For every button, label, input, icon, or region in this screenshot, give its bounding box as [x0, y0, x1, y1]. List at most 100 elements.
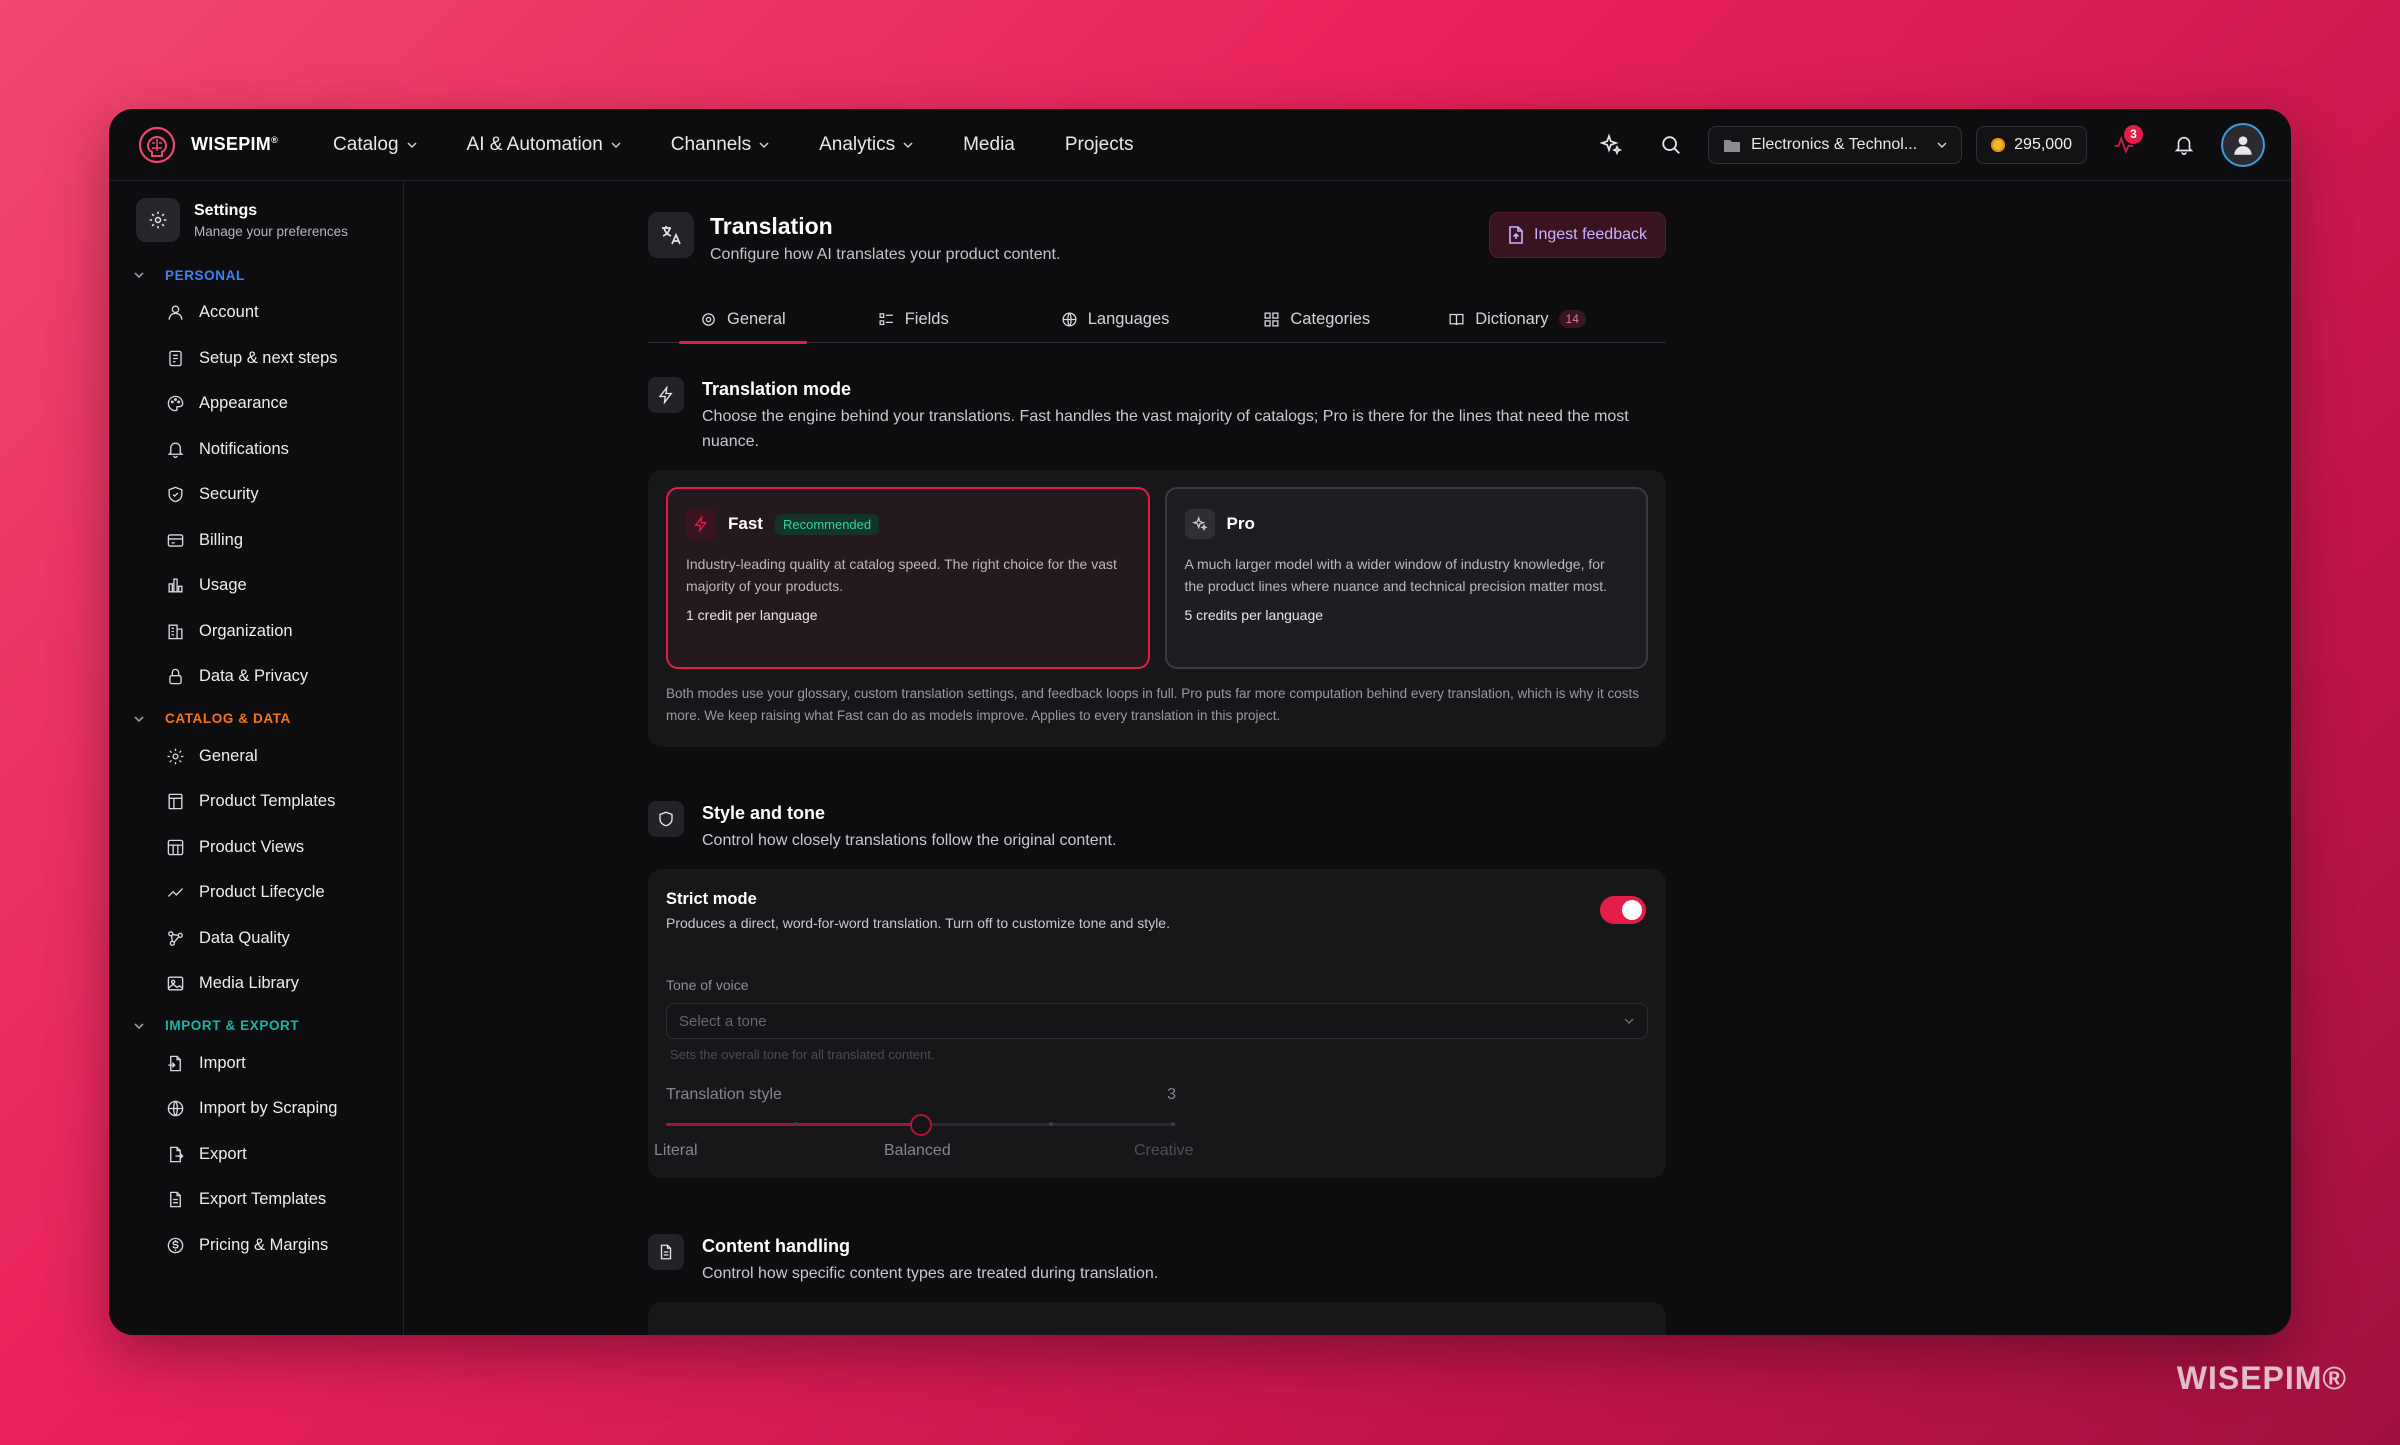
- tone-select[interactable]: Select a tone: [666, 1003, 1648, 1039]
- translation-style-slider[interactable]: [666, 1114, 1176, 1136]
- section-title: Translation mode: [702, 379, 852, 399]
- section-description: Control how closely translations follow …: [702, 832, 1117, 849]
- sidebar-item-product-views[interactable]: Product Views: [109, 825, 403, 871]
- building-icon: [168, 624, 183, 640]
- mode-card-fast[interactable]: Fast Recommended Industry-leading qualit…: [666, 487, 1150, 669]
- sidebar-item-setup[interactable]: Setup & next steps: [109, 336, 403, 382]
- slider-thumb[interactable]: [910, 1114, 932, 1136]
- sidebar-item-appearance[interactable]: Appearance: [109, 381, 403, 427]
- sidebar-item-import-scraping[interactable]: Import by Scraping: [109, 1086, 403, 1132]
- nav-projects[interactable]: Projects: [1040, 109, 1159, 181]
- project-name: Electronics & Technol...: [1751, 135, 1918, 153]
- chevron-down-icon: [903, 141, 913, 148]
- tab-label: Categories: [1290, 309, 1371, 328]
- mode-note: Both modes use your glossary, custom tra…: [666, 686, 1639, 723]
- user-avatar[interactable]: [2221, 122, 2265, 167]
- credits-value: 295,000: [2014, 135, 2072, 153]
- notifications-button[interactable]: [2161, 122, 2207, 168]
- group-label: IMPORT & EXPORT: [165, 1018, 300, 1033]
- gear-icon: [702, 312, 715, 326]
- sidebar-group-catalog-data[interactable]: CATALOG & DATA: [109, 704, 403, 734]
- main-nav: Catalog AI & Automation Channels Analyti…: [308, 109, 1158, 181]
- style-value: 3: [1167, 1086, 1176, 1103]
- gear-icon: [167, 748, 184, 765]
- sidebar-item-billing[interactable]: Billing: [109, 518, 403, 564]
- nav-catalog[interactable]: Catalog: [308, 109, 442, 181]
- sidebar-item-label: Product Views: [199, 837, 305, 856]
- mode-price: 1 credit per language: [686, 607, 818, 623]
- sidebar-item-security[interactable]: Security: [109, 472, 403, 518]
- ai-sparkle-button[interactable]: [1588, 122, 1634, 168]
- sidebar-group-import-export[interactable]: IMPORT & EXPORT: [109, 1011, 403, 1041]
- brand-name: WISEPIM®: [191, 134, 279, 154]
- dictionary-count-badge: 14: [1558, 310, 1586, 328]
- page-title: Translation: [710, 213, 833, 239]
- sidebar-item-organization[interactable]: Organization: [109, 609, 403, 655]
- sidebar-item-product-templates[interactable]: Product Templates: [109, 779, 403, 825]
- sidebar-item-notifications[interactable]: Notifications: [109, 427, 403, 473]
- sidebar-item-product-lifecycle[interactable]: Product Lifecycle: [109, 870, 403, 916]
- sidebar-item-data-privacy[interactable]: Data & Privacy: [109, 654, 403, 700]
- page-subtitle: Configure how AI translates your product…: [710, 246, 1061, 263]
- tab-dictionary[interactable]: Dictionary 14: [1448, 295, 1586, 343]
- mode-card-pro[interactable]: Pro A much larger model with a wider win…: [1164, 487, 1648, 669]
- activity-button[interactable]: 3: [2101, 122, 2147, 168]
- shield-icon: [168, 486, 183, 503]
- recommended-badge: Recommended: [774, 513, 880, 535]
- sidebar-item-export[interactable]: Export: [109, 1132, 403, 1178]
- document-badge: [648, 1234, 684, 1270]
- sidebar-item-import[interactable]: Import: [109, 1041, 403, 1087]
- strict-mode-toggle[interactable]: [1600, 896, 1646, 924]
- strict-mode-description: Produces a direct, word-for-word transla…: [666, 915, 1170, 931]
- nav-media[interactable]: Media: [938, 109, 1040, 181]
- sidebar-item-label: Media Library: [199, 974, 299, 993]
- sidebar-item-media-library[interactable]: Media Library: [109, 961, 403, 1007]
- credits-balance[interactable]: 295,000: [1976, 125, 2087, 164]
- tab-categories[interactable]: Categories: [1263, 295, 1370, 343]
- sidebar-group-personal[interactable]: PERSONAL: [109, 260, 403, 290]
- translation-settings: Translation Configure how AI translates …: [648, 212, 1666, 1335]
- sidebar-subtitle: Manage your preferences: [194, 223, 348, 239]
- mode-description: Industry-leading quality at catalog spee…: [686, 556, 1117, 594]
- image-icon: [167, 976, 184, 991]
- style-label: Translation style: [666, 1086, 782, 1103]
- globe-icon: [1062, 311, 1077, 327]
- nav-analytics[interactable]: Analytics: [794, 109, 938, 181]
- mode-name: Pro: [1226, 514, 1255, 533]
- tab-languages[interactable]: Languages: [1061, 295, 1170, 343]
- tab-fields[interactable]: Fields: [878, 295, 949, 343]
- settings-sidebar: Settings Manage your preferences PERSONA…: [109, 182, 404, 1335]
- tab-label: Languages: [1087, 309, 1170, 328]
- lightning-icon-badge: [686, 509, 716, 539]
- sidebar-item-label: Usage: [199, 576, 247, 595]
- chevron-down-icon: [134, 715, 144, 722]
- sparkles-icon: [1599, 132, 1623, 155]
- document-icon: [660, 1244, 672, 1260]
- ingest-feedback-button[interactable]: Ingest feedback: [1489, 212, 1666, 258]
- group-label: PERSONAL: [165, 267, 245, 283]
- logo[interactable]: WISEPIM®: [137, 125, 278, 165]
- sidebar-item-export-templates[interactable]: Export Templates: [109, 1177, 403, 1223]
- shield-badge: [648, 801, 684, 837]
- page-header: Translation Configure how AI translates …: [648, 212, 1666, 272]
- chevron-down-icon: [759, 141, 769, 148]
- sidebar-item-account[interactable]: Account: [109, 290, 403, 336]
- nav-ai-automation[interactable]: AI & Automation: [442, 109, 646, 181]
- sidebar-item-general[interactable]: General: [109, 734, 403, 780]
- sidebar-item-data-quality[interactable]: Data Quality: [109, 916, 403, 962]
- nav-channels[interactable]: Channels: [646, 109, 794, 181]
- slider-label-balanced: Balanced: [884, 1142, 951, 1159]
- search-button[interactable]: [1648, 122, 1694, 168]
- mode-panel: Fast Recommended Industry-leading qualit…: [648, 470, 1666, 747]
- sidebar-item-usage[interactable]: Usage: [109, 563, 403, 609]
- lightning-badge: [648, 377, 684, 413]
- sidebar-item-label: Billing: [199, 530, 244, 549]
- bar-chart-icon: [168, 578, 183, 593]
- main-content: Translation Configure how AI translates …: [405, 182, 2291, 1335]
- tab-general[interactable]: General: [679, 295, 807, 344]
- slider-tick: [1048, 1122, 1053, 1126]
- mode-description: A much larger model with a wider window …: [1184, 556, 1608, 594]
- project-selector[interactable]: Electronics & Technol...: [1708, 125, 1963, 164]
- sidebar-item-label: Data & Privacy: [199, 667, 309, 686]
- sidebar-item-pricing-margins[interactable]: Pricing & Margins: [109, 1223, 403, 1269]
